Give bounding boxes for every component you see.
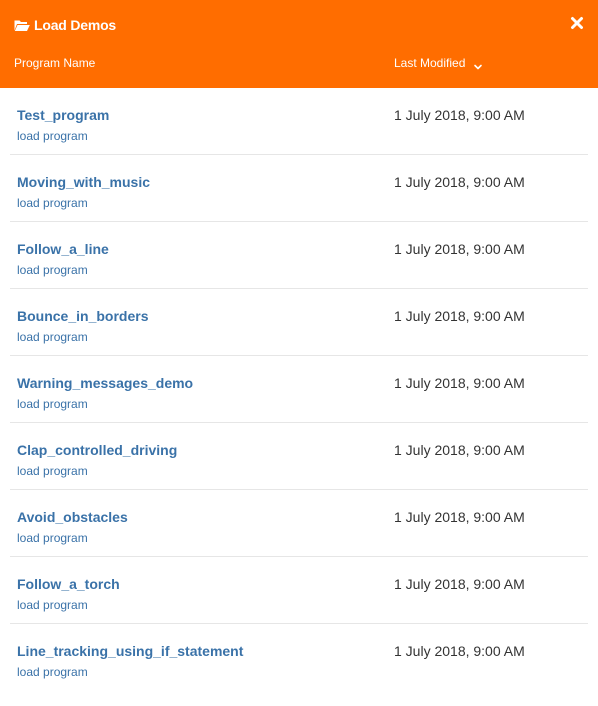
column-header-program-name[interactable]: Program Name [14,55,95,71]
load-program-link[interactable]: load program [17,129,88,143]
last-modified-date: 1 July 2018, 9:00 AM [394,107,525,123]
column-header-last-modified[interactable]: Last Modified [394,55,483,71]
load-program-link[interactable]: load program [17,263,88,277]
last-modified-date: 1 July 2018, 9:00 AM [394,576,525,592]
program-row: Bounce_in_bordersload program 1 July 2018… [10,289,588,356]
last-modified-date: 1 July 2018, 9:00 AM [394,643,525,659]
program-name-link[interactable]: Follow_a_torch [17,576,120,592]
dialog-title-row: Load Demos [14,16,116,34]
load-program-link[interactable]: load program [17,665,88,679]
program-row: Test_programload program 1 July 2018, 9:0… [10,88,588,155]
last-modified-date: 1 July 2018, 9:00 AM [394,174,525,190]
folder-open-icon [14,19,30,32]
program-name-link[interactable]: Follow_a_line [17,241,109,257]
last-modified-date: 1 July 2018, 9:00 AM [394,375,525,391]
program-name-link[interactable]: Warning_messages_demo [17,375,193,391]
load-program-link[interactable]: load program [17,330,88,344]
program-row: Moving_with_musicload program 1 July 2018… [10,155,588,222]
program-row: Warning_messages_demoload program 1 July … [10,356,588,423]
program-row: Clap_controlled_drivingload program 1 Jul… [10,423,588,490]
close-button[interactable] [570,15,584,31]
dialog-header: Load Demos Program Name Last Modified [0,0,598,88]
program-name-link[interactable]: Clap_controlled_driving [17,442,177,458]
program-name-link[interactable]: Avoid_obstacles [17,509,128,525]
load-program-link[interactable]: load program [17,397,88,411]
program-row: Follow_a_torchload program 1 July 2018, 9… [10,557,588,624]
dialog-title: Load Demos [34,17,117,33]
program-list: Test_programload program 1 July 2018, 9:0… [10,88,588,690]
last-modified-date: 1 July 2018, 9:00 AM [394,308,525,324]
last-modified-date: 1 July 2018, 9:00 AM [394,241,525,257]
program-name-link[interactable]: Test_program [17,107,109,123]
column-header-last-modified-label: Last Modified [394,56,466,70]
program-name-link[interactable]: Moving_with_music [17,174,150,190]
load-program-link[interactable]: load program [17,196,88,210]
load-program-link[interactable]: load program [17,598,88,612]
close-icon [571,17,583,29]
load-program-link[interactable]: load program [17,464,88,478]
program-row: Follow_a_lineload program 1 July 2018, 9:… [10,222,588,289]
program-name-link[interactable]: Bounce_in_borders [17,308,148,324]
program-name-link[interactable]: Line_tracking_using_if_statement [17,643,243,659]
program-row: Line_tracking_using_if_statementload pro… [10,624,588,690]
last-modified-date: 1 July 2018, 9:00 AM [394,509,525,525]
load-program-link[interactable]: load program [17,531,88,545]
program-row: Avoid_obstaclesload program 1 July 2018, … [10,490,588,557]
last-modified-date: 1 July 2018, 9:00 AM [394,442,525,458]
load-demos-dialog: Load Demos Program Name Last Modified Te… [0,0,598,706]
chevron-down-icon [473,59,483,70]
